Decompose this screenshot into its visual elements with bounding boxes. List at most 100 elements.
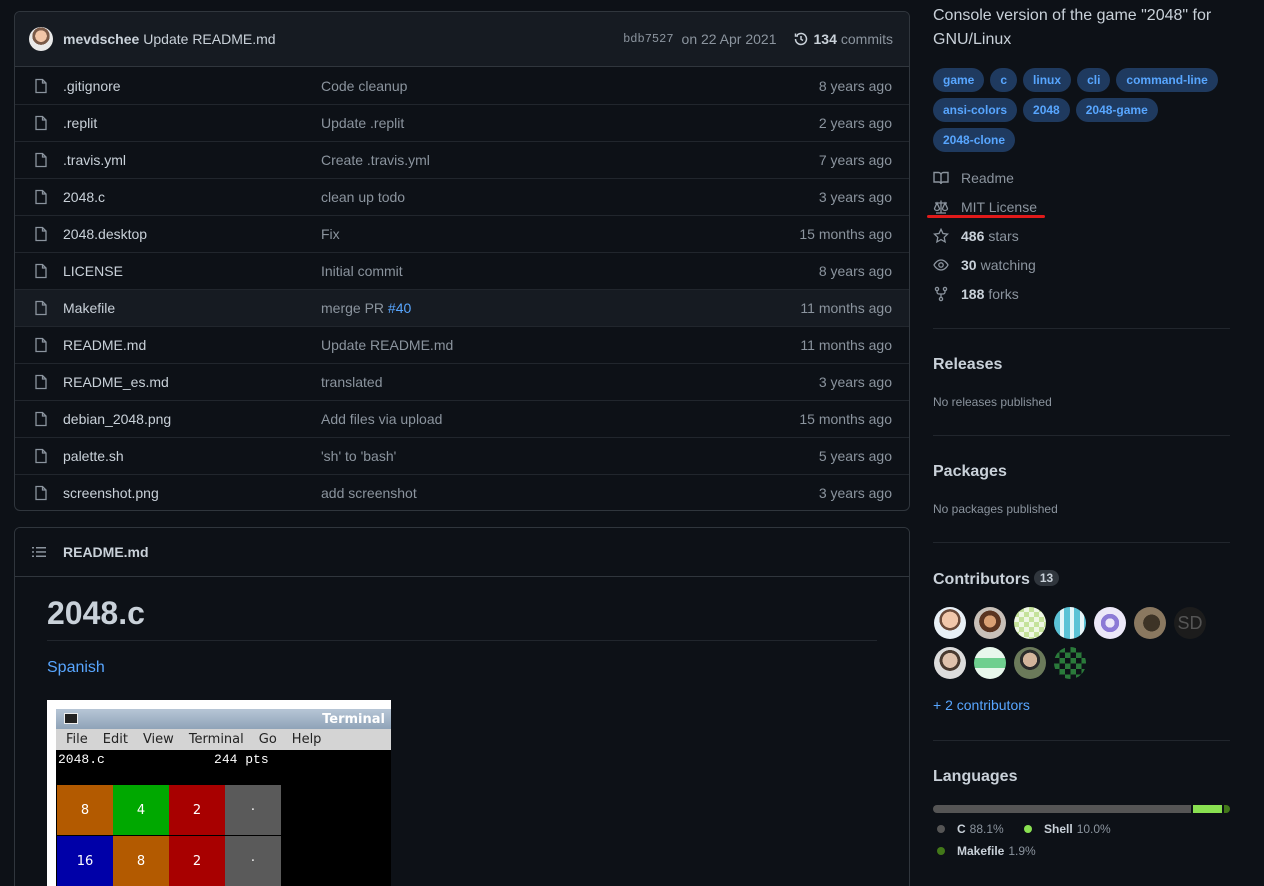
file-age: 2 years ago	[818, 115, 892, 131]
contributor-avatar[interactable]	[1014, 647, 1046, 679]
contributor-avatar[interactable]	[934, 607, 966, 639]
topic-tag[interactable]: cli	[1077, 68, 1111, 92]
file-row[interactable]: LICENSE Initial commit 8 years ago	[15, 252, 909, 289]
file-row[interactable]: palette.sh'sh' to 'bash' 5 years ago	[15, 437, 909, 474]
readme-title-link[interactable]: README.md	[63, 544, 149, 560]
file-commit-message-text[interactable]: Update README.md	[321, 337, 453, 353]
pull-request-link[interactable]: #40	[388, 300, 411, 316]
contributor-avatar[interactable]	[1134, 607, 1166, 639]
file-commit-message-text[interactable]: Create .travis.yml	[321, 152, 430, 168]
file-commit-message-text[interactable]: clean up todo	[321, 189, 405, 205]
language-color-dot	[937, 847, 945, 855]
star-icon	[933, 228, 949, 244]
file-commit-message-text[interactable]: add screenshot	[321, 485, 417, 501]
file-row[interactable]: 2048.desktop Fix 15 months ago	[15, 215, 909, 252]
readme-label: Readme	[961, 170, 1014, 186]
game-tile: ·	[225, 836, 281, 886]
topics-list: game c linux cli command-line ansi-colors 2048…	[933, 66, 1233, 156]
spanish-link[interactable]: Spanish	[47, 659, 877, 677]
commit-count: 134	[813, 31, 837, 47]
contributor-avatar[interactable]: SD	[1174, 607, 1206, 639]
file-commit-message-text[interactable]: 'sh' to 'bash'	[321, 448, 396, 464]
commit-message-link[interactable]: Update README.md	[143, 31, 275, 47]
contributor-avatar[interactable]	[974, 647, 1006, 679]
commits-history-link[interactable]: 134 commits	[793, 31, 893, 47]
file-row[interactable]: README_es.md translated 3 years ago	[15, 363, 909, 400]
file-row[interactable]: README.md Update README.md 11 months ago	[15, 326, 909, 363]
file-name-link[interactable]: README_es.md	[63, 374, 321, 390]
file-row[interactable]: screenshot.png add screenshot 3 years ago	[15, 474, 909, 510]
topic-tag[interactable]: game	[933, 68, 985, 92]
file-name-link[interactable]: 2048.desktop	[63, 226, 321, 242]
avatar[interactable]	[29, 27, 53, 51]
packages-title-link[interactable]: Packages	[933, 463, 1007, 481]
forks-link[interactable]: 188 forks	[933, 283, 1019, 305]
file-name-link[interactable]: debian_2048.png	[63, 411, 321, 427]
game-tile: 8	[57, 785, 113, 835]
game-tile: ·	[225, 785, 281, 835]
file-name-link[interactable]: 2048.c	[63, 189, 321, 205]
file-name-link[interactable]: .replit	[63, 115, 321, 131]
list-unordered-icon[interactable]	[31, 544, 47, 560]
file-commit-message-text[interactable]: Code cleanup	[321, 78, 407, 94]
file-age: 7 years ago	[818, 152, 892, 168]
divider	[933, 542, 1230, 543]
file-commit-message-text[interactable]: Initial commit	[321, 263, 403, 279]
language-item[interactable]: C 88.1%	[937, 822, 1004, 836]
topic-tag[interactable]: 2048-game	[1075, 98, 1158, 122]
file-commit-message-text[interactable]: Add files via upload	[321, 411, 442, 427]
more-contributors-link[interactable]: + 2 contributors	[933, 697, 1030, 713]
topic-tag[interactable]: c	[990, 68, 1018, 92]
commit-author-link[interactable]: mevdschee	[63, 31, 139, 47]
fork-icon	[934, 286, 948, 302]
file-row[interactable]: .gitignore Code cleanup 8 years ago	[15, 67, 909, 104]
file-commit-message: Update .replit	[321, 115, 819, 131]
eye-icon	[933, 259, 949, 271]
file-row[interactable]: 2048.c clean up todo 3 years ago	[15, 178, 909, 215]
language-item[interactable]: Makefile 1.9%	[937, 844, 1036, 858]
file-row[interactable]: debian_2048.png Add files via upload 15 mo…	[15, 400, 909, 437]
file-row[interactable]: .travis.yml Create .travis.yml 7 years ago	[15, 141, 909, 178]
language-bar-segment	[1193, 805, 1223, 813]
topic-tag[interactable]: ansi-colors	[933, 98, 1018, 122]
file-name-link[interactable]: .travis.yml	[63, 152, 321, 168]
file-name-link[interactable]: palette.sh	[63, 448, 321, 464]
topic-tag[interactable]: 2048-clone	[933, 128, 1016, 152]
file-name-link[interactable]: .gitignore	[63, 78, 321, 94]
contributor-avatar[interactable]	[1094, 607, 1126, 639]
file-name-link[interactable]: README.md	[63, 337, 321, 353]
languages-title: Languages	[933, 768, 1018, 785]
contributor-avatar[interactable]	[974, 607, 1006, 639]
file-commit-message-text[interactable]: merge PR	[321, 300, 388, 316]
watchers-link[interactable]: 30 watching	[933, 254, 1036, 276]
contributor-avatar[interactable]	[934, 647, 966, 679]
file-row[interactable]: Makefile merge PR #40 11 months ago	[15, 289, 909, 326]
stars-link[interactable]: 486 stars	[933, 225, 1019, 247]
file-name-link[interactable]: LICENSE	[63, 263, 321, 279]
topic-tag[interactable]: 2048	[1023, 98, 1070, 122]
terminal-menu-item: Help	[291, 732, 322, 747]
file-name-link[interactable]: screenshot.png	[63, 485, 321, 501]
file-commit-message-text[interactable]: Fix	[321, 226, 340, 242]
commit-sha-link[interactable]: bdb7527	[623, 32, 673, 46]
contributors-title-link[interactable]: Contributors	[933, 571, 1030, 588]
language-item[interactable]: Shell 10.0%	[1024, 822, 1111, 836]
file-name-link[interactable]: Makefile	[63, 300, 321, 316]
releases-title-link[interactable]: Releases	[933, 356, 1002, 374]
readme-link[interactable]: Readme	[933, 167, 1014, 189]
file-age: 3 years ago	[818, 485, 892, 501]
contributor-avatar[interactable]	[1054, 647, 1086, 679]
file-commit-message: add screenshot	[321, 485, 819, 501]
language-bar-segment	[1224, 805, 1230, 813]
contributor-avatar[interactable]	[1054, 607, 1086, 639]
topic-tag[interactable]: command-line	[1116, 68, 1218, 92]
game-tile: 8	[113, 836, 169, 886]
terminal-status-line: 2048.c 244 pts	[58, 752, 269, 767]
contributor-avatar[interactable]	[1014, 607, 1046, 639]
file-commit-message-text[interactable]: translated	[321, 374, 382, 390]
topic-tag[interactable]: linux	[1023, 68, 1072, 92]
file-row[interactable]: .replit Update .replit 2 years ago	[15, 104, 909, 141]
language-name: Shell	[1044, 822, 1073, 836]
watching-count: 30	[961, 257, 977, 273]
file-commit-message-text[interactable]: Update .replit	[321, 115, 404, 131]
